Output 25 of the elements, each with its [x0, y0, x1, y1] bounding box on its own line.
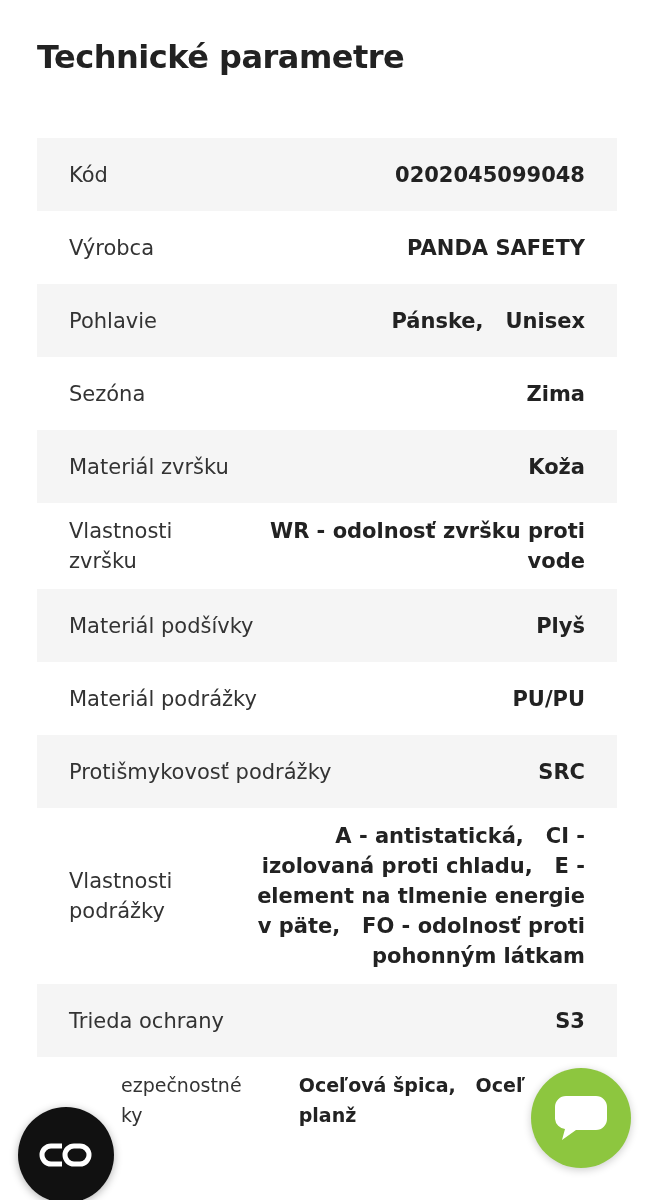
- parameter-label: Materiál podšívky: [69, 612, 254, 640]
- parameter-value: Pánske, Unisex: [391, 307, 585, 335]
- parameter-label: Kód: [69, 161, 108, 189]
- parameter-label: Materiál podrážky: [69, 685, 257, 713]
- parameter-label: ezpečnostné ky: [121, 1073, 242, 1128]
- parameter-value: SRC: [538, 758, 585, 786]
- parameter-value: S3: [555, 1007, 585, 1035]
- parameter-label: Sezóna: [69, 380, 146, 408]
- parameter-value: WR - odolnosť zvršku proti vode: [268, 518, 585, 575]
- parameter-value: Zima: [526, 380, 585, 408]
- parameter-value: PU/PU: [512, 685, 585, 713]
- parameter-value: A - antistatická, CI - izolovaná proti chladu, E - element na tlmenie energie v päte, FO - odolnosť proti pohonným látkam: [256, 823, 585, 970]
- parameter-value: Oceľová špica, Oceľ planž: [298, 1073, 525, 1128]
- parameter-label: Vlastnosti zvršku: [69, 518, 174, 575]
- parameter-value: Plyš: [536, 612, 585, 640]
- parameter-value: Koža: [528, 453, 585, 481]
- parameter-label: Vlastnosti podrážky: [69, 868, 174, 925]
- parameter-label: Protišmykovosť podrážky: [69, 758, 332, 786]
- parameter-label: Pohlavie: [69, 307, 157, 335]
- parameter-value: 0202045099048: [395, 161, 585, 189]
- parameter-label: Výrobca: [69, 234, 154, 262]
- section-title: Technické parametre: [37, 37, 406, 78]
- parameter-label: Materiál zvršku: [69, 453, 229, 481]
- parameter-value: PANDA SAFETY: [407, 234, 585, 262]
- parameter-label: Trieda ochrany: [69, 1007, 224, 1035]
